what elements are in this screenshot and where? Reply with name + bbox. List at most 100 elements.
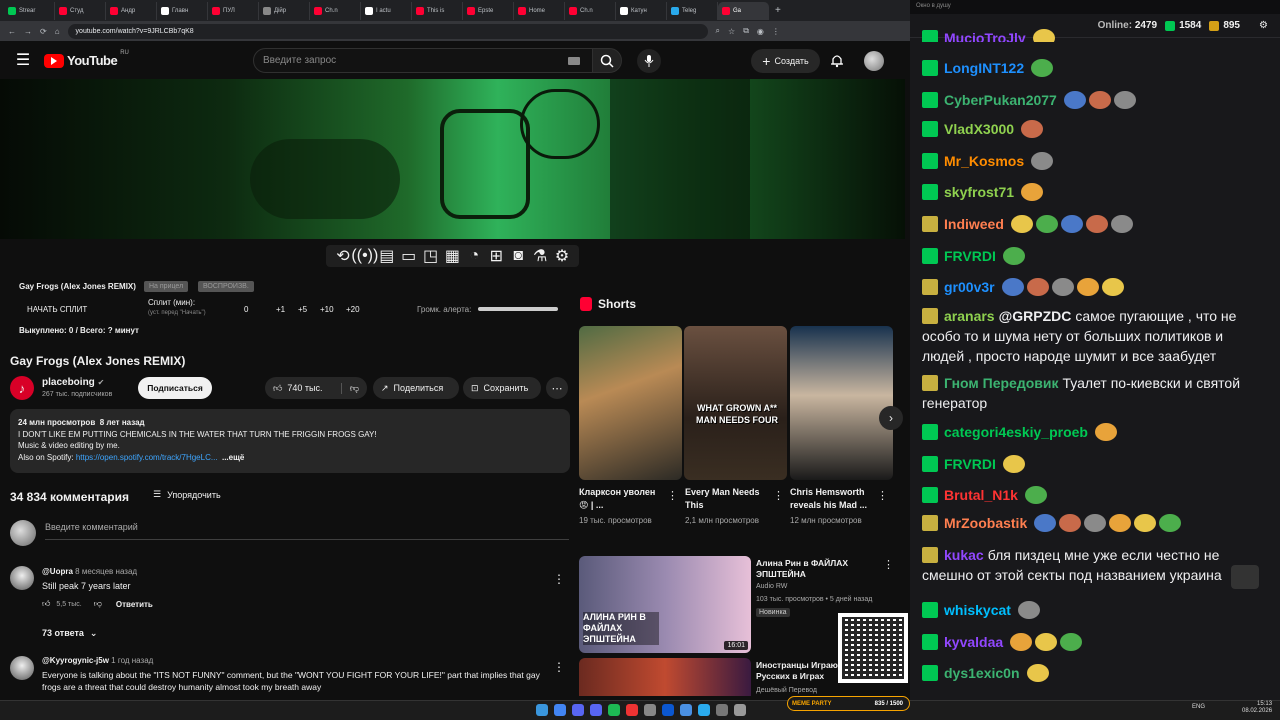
browser-tab[interactable]: Катун: [616, 1, 667, 20]
rec-thumbnail[interactable]: [579, 658, 751, 696]
chat-username[interactable]: Mr_Kosmos: [944, 153, 1024, 169]
search-input[interactable]: Введите запрос: [253, 48, 593, 73]
comment-author[interactable]: @Uopra: [42, 567, 73, 576]
browser-tab[interactable]: ПУЛ: [208, 1, 259, 20]
menu-dots-icon[interactable]: ⋮: [772, 27, 780, 36]
commenter-avatar[interactable]: [10, 566, 34, 590]
more-actions-icon[interactable]: ⋯: [546, 377, 568, 399]
show-more-link[interactable]: ...ещё: [222, 453, 244, 462]
short-thumbnail[interactable]: WHAT GROWN A** MAN NEEDS FOUR: [684, 326, 787, 480]
chat-username[interactable]: Brutal_N1k: [944, 487, 1018, 503]
browser-tab[interactable]: I actu: [361, 1, 412, 20]
chat-username[interactable]: whiskycat: [944, 602, 1011, 618]
chat-username[interactable]: Indiweed: [944, 216, 1004, 232]
browser-tab[interactable]: Дійр: [259, 1, 310, 20]
chat-username[interactable]: FRVRDI: [944, 456, 996, 472]
browser-tab[interactable]: Ch.n: [565, 1, 616, 20]
addon-target-button[interactable]: На прицел: [144, 281, 189, 292]
chat-username[interactable]: categori4eskiy_proeb: [944, 424, 1088, 440]
youtube-logo[interactable]: YouTube RU: [44, 50, 129, 68]
step-plus1-button[interactable]: +1: [276, 305, 285, 314]
comment-menu-icon[interactable]: ⋮: [553, 572, 565, 586]
taskbar-app-icon[interactable]: [572, 704, 584, 716]
rec-thumbnail[interactable]: АЛИНА РИН В ФАЙЛАХ ЭПШТЕЙНА 16:01: [579, 556, 751, 653]
rec-channel[interactable]: Audio RW: [756, 583, 787, 590]
alert-volume-slider[interactable]: [478, 307, 558, 311]
comment-dislike-icon[interactable]: 👎︎: [94, 599, 102, 609]
comment-input[interactable]: Введите комментарий: [45, 522, 569, 540]
taskbar-clock[interactable]: 15:13 08.02.2026: [1242, 701, 1272, 715]
rec-channel[interactable]: Дешёвый Перевод: [756, 687, 817, 694]
extensions-icon[interactable]: ⧉: [743, 26, 749, 36]
chat-username[interactable]: MucioTroJly: [944, 30, 1026, 42]
clip-icon[interactable]: ▭: [401, 248, 416, 265]
chat-username[interactable]: kukac: [944, 547, 984, 563]
browser-tab[interactable]: Epste: [463, 1, 514, 20]
notifications-bell-icon[interactable]: [829, 52, 845, 68]
loop-icon[interactable]: ⟲: [336, 248, 350, 265]
thumbs-up-icon[interactable]: 👍︎: [273, 383, 282, 394]
profile-icon[interactable]: ◉: [757, 27, 764, 36]
taskbar-app-icon[interactable]: [734, 704, 746, 716]
rec-title[interactable]: Алина Рин в ФАЙЛАХ ЭПШТЕЙНА: [756, 558, 876, 580]
url-field[interactable]: youtube.com/watch?v=9JRLCBb7qK8: [67, 23, 708, 39]
chat-username[interactable]: FRVRDI: [944, 248, 996, 264]
taskbar-app-icon[interactable]: [716, 704, 728, 716]
sort-comments-button[interactable]: ☰ Упорядочить: [153, 489, 221, 500]
short-title[interactable]: Chris Hemsworth reveals his Mad ...: [790, 486, 876, 512]
addon-play-button[interactable]: ВОСПРОИЗВ.: [198, 281, 254, 292]
short-menu-icon[interactable]: ⋮: [667, 489, 678, 502]
step-plus5-button[interactable]: +5: [298, 305, 307, 314]
short-menu-icon[interactable]: ⋮: [877, 489, 888, 502]
account-avatar[interactable]: [864, 51, 884, 71]
taskbar-app-icon[interactable]: [662, 704, 674, 716]
taskbar-app-icon[interactable]: [644, 704, 656, 716]
browser-tab[interactable]: Андр: [106, 1, 157, 20]
channel-avatar[interactable]: ♪: [10, 376, 34, 400]
short-title[interactable]: Кларксон уволен 😡 | ...: [579, 486, 665, 512]
chat-username[interactable]: kyvaldaa: [944, 634, 1003, 650]
chat-username[interactable]: Гном Передовик: [944, 375, 1059, 391]
miniplayer-icon[interactable]: ◳: [423, 248, 438, 265]
chat-username[interactable]: aranars: [944, 308, 995, 324]
browser-tab[interactable]: Teleg: [667, 1, 718, 20]
taskbar-app-icon[interactable]: [608, 704, 620, 716]
search-button[interactable]: [592, 48, 622, 73]
voice-search-button[interactable]: [637, 49, 661, 73]
commenter-avatar[interactable]: [10, 656, 34, 680]
share-button[interactable]: ↗ Поделиться: [373, 377, 459, 399]
start-split-button[interactable]: НАЧАТЬ СПЛИТ: [27, 305, 87, 314]
keyboard-icon[interactable]: [568, 57, 580, 65]
browser-tab[interactable]: Студ: [55, 1, 106, 20]
video-player[interactable]: [0, 79, 905, 239]
home-icon[interactable]: ⌂: [55, 27, 60, 36]
chat-mention[interactable]: @GRPZDC: [999, 308, 1072, 324]
bookmark-star-icon[interactable]: ☆: [728, 27, 735, 36]
step-plus20-button[interactable]: +20: [346, 305, 360, 314]
spotify-link[interactable]: https://open.spotify.com/track/7HgeLC...: [76, 453, 218, 462]
browser-tab[interactable]: This is: [412, 1, 463, 20]
browser-tab[interactable]: Главн: [157, 1, 208, 20]
chat-username[interactable]: MrZoobastik: [944, 515, 1027, 531]
replies-toggle[interactable]: 73 ответа ⌄: [42, 628, 97, 639]
playlist-icon[interactable]: ▤: [379, 248, 394, 265]
channel-name-wrap[interactable]: placeboing ✔: [42, 377, 104, 388]
short-thumbnail[interactable]: [790, 326, 893, 480]
chat-username[interactable]: VladX3000: [944, 121, 1014, 137]
reply-button[interactable]: Ответить: [116, 600, 153, 609]
split-value-input[interactable]: 0: [244, 305, 248, 314]
chat-username[interactable]: CyberPukan2077: [944, 92, 1057, 108]
chat-username[interactable]: skyfrost71: [944, 184, 1014, 200]
taskbar-app-icon[interactable]: [626, 704, 638, 716]
save-button[interactable]: ⊡ Сохранить: [463, 377, 541, 399]
description-box[interactable]: 24 млн просмотров 8 лет назад I DON'T LI…: [10, 409, 570, 473]
create-button[interactable]: + Создать: [751, 49, 820, 73]
shorts-next-arrow-icon[interactable]: ›: [879, 406, 903, 430]
reload-icon[interactable]: ⟳: [40, 27, 47, 36]
short-title[interactable]: Every Man Needs This: [685, 486, 771, 512]
chat-username[interactable]: dys1exic0n: [944, 665, 1020, 681]
browser-tab[interactable]: Strear: [4, 1, 55, 20]
screenshot-icon[interactable]: ⊞: [489, 248, 503, 265]
subscribe-button[interactable]: Подписаться: [138, 377, 212, 399]
taskbar-app-icon[interactable]: [554, 704, 566, 716]
